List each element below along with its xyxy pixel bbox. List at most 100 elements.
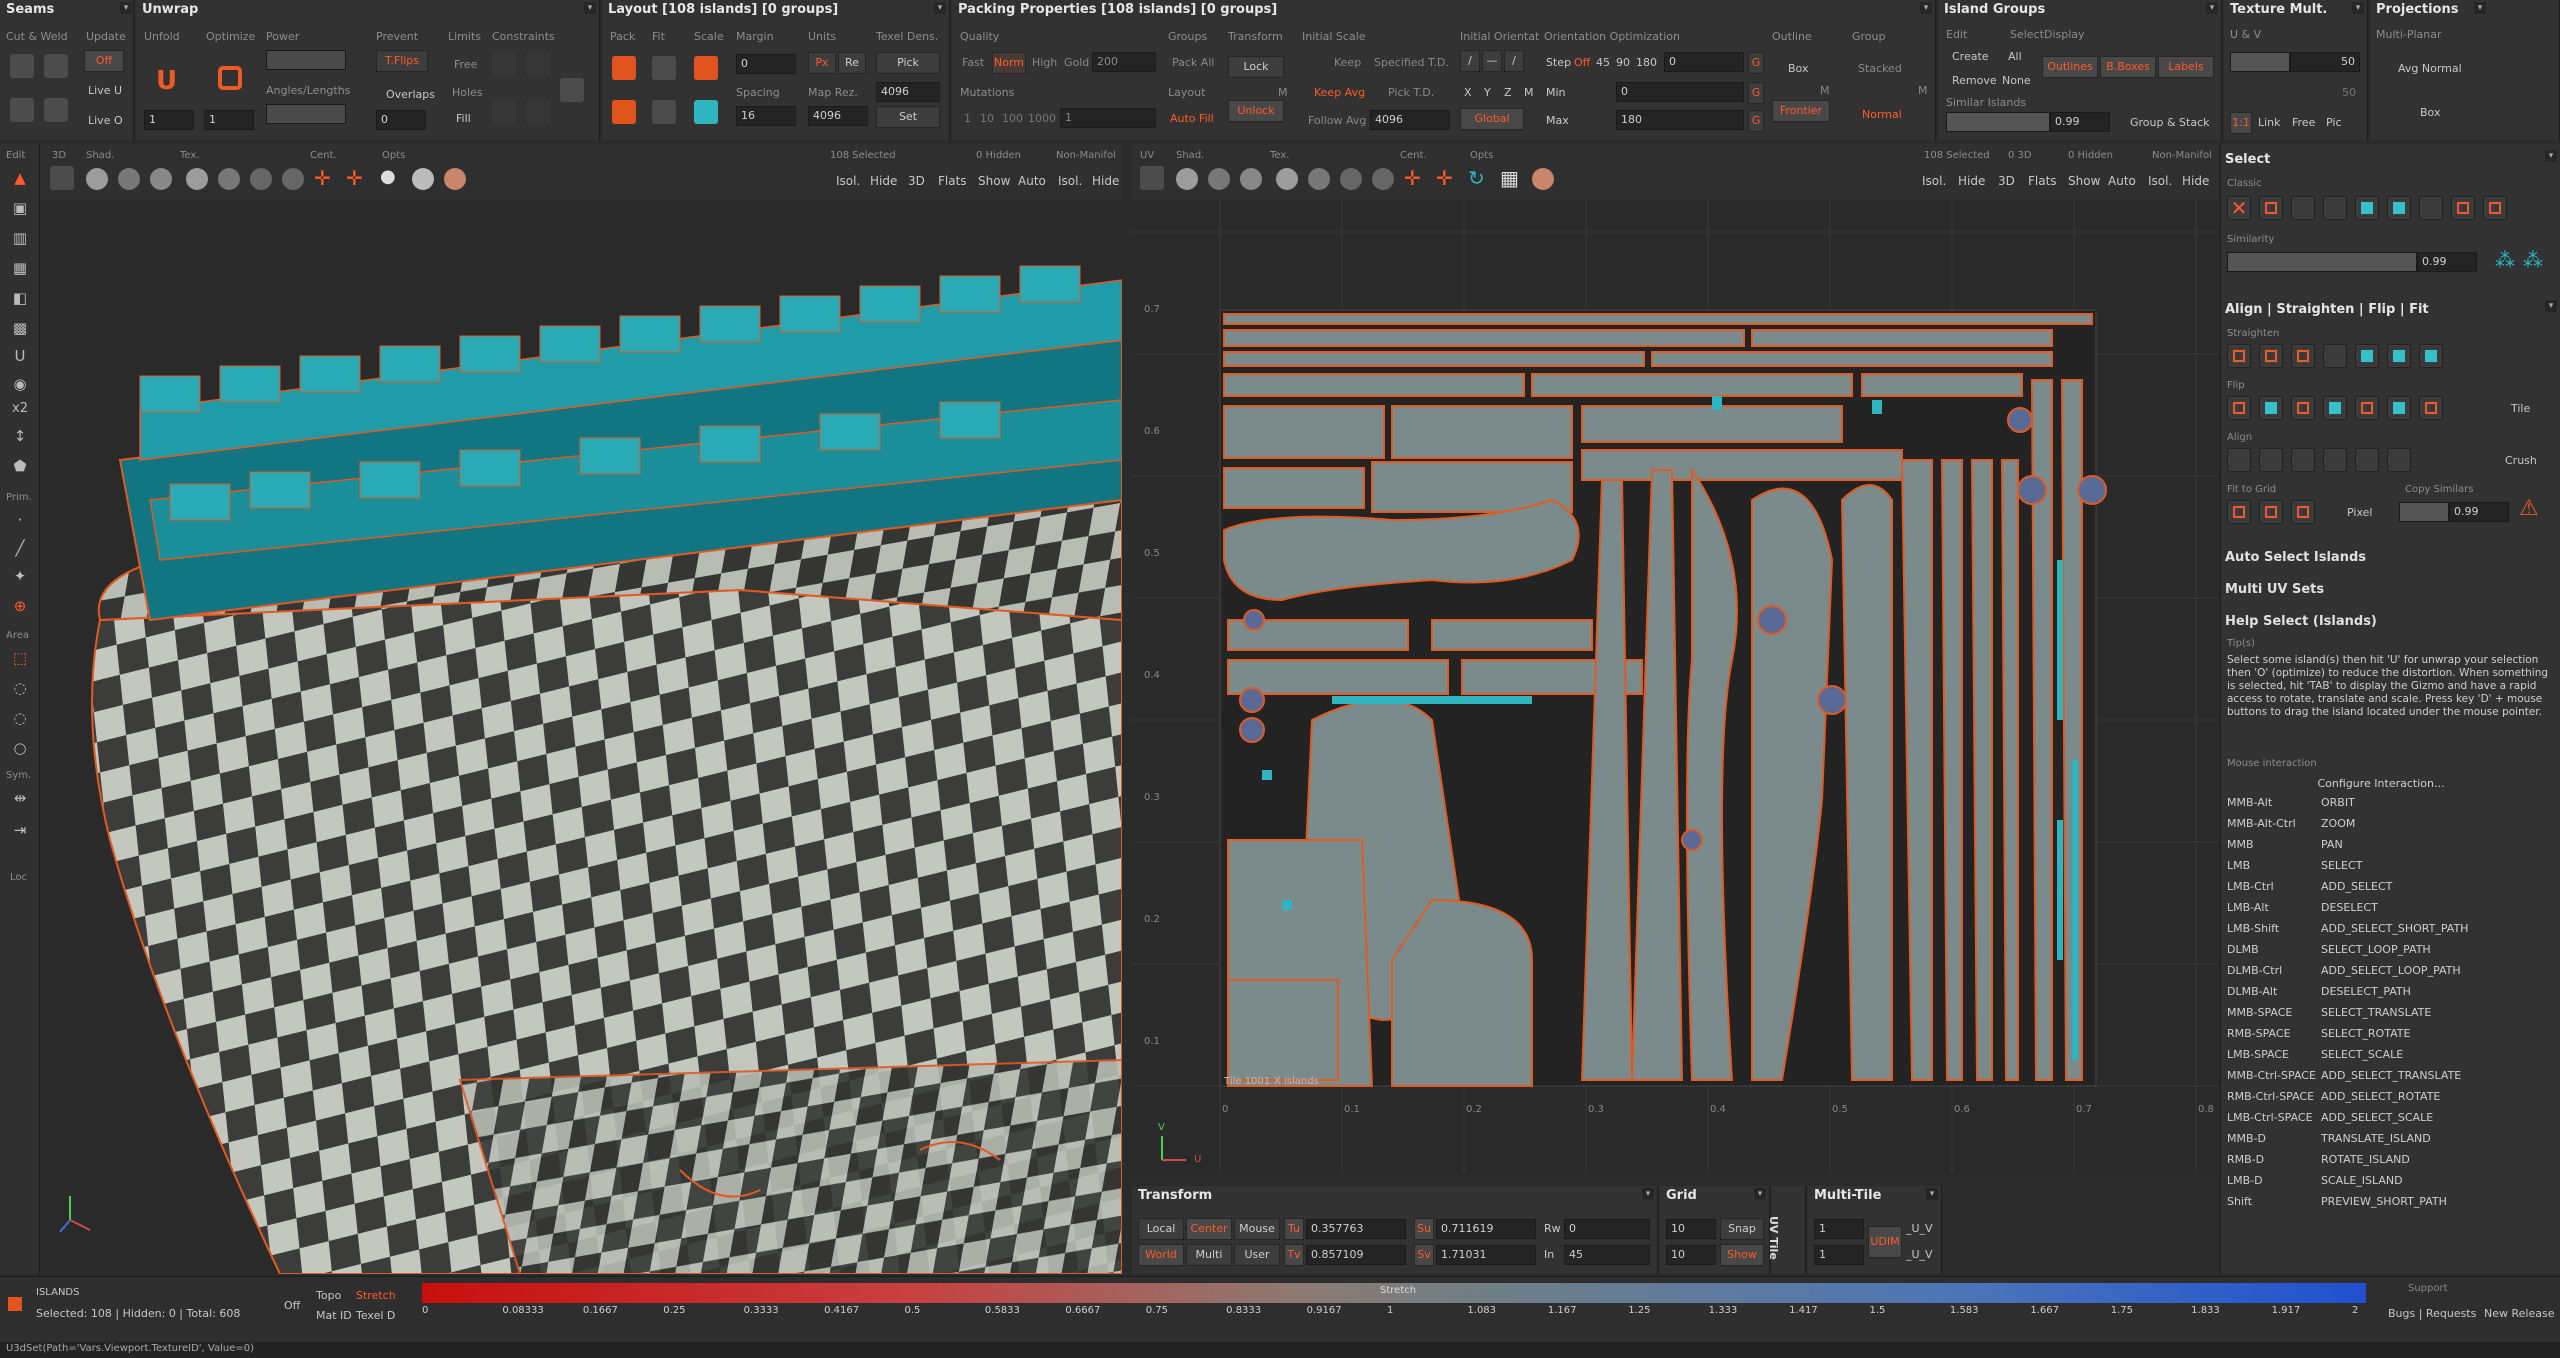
update-off-button[interactable]: Off [84,50,124,72]
ig-remove-button[interactable]: Remove [1952,74,1997,87]
su-button[interactable]: Su [1414,1218,1434,1240]
frontier-button[interactable]: Frontier [1772,100,1830,122]
uv-checker3-icon[interactable] [1372,168,1394,190]
islands-mode-icon[interactable] [8,1297,22,1311]
texture-mult-u-value[interactable]: 50 [2290,52,2360,72]
follow-avg-button[interactable]: Follow Avg [1308,114,1366,127]
align-2-icon[interactable] [2259,448,2283,472]
straighten-6-icon[interactable] [2387,344,2411,368]
mut-100[interactable]: 100 [1002,112,1023,125]
x-button[interactable]: X [1464,86,1472,99]
z-button[interactable]: Z [1504,86,1512,99]
select-vertex-icon[interactable] [2259,196,2283,220]
symmetry-icon[interactable]: ⇹ [6,786,34,810]
vpuv-hide2-button[interactable]: Hide [2182,174,2209,202]
multitile-menu-icon[interactable]: ▾ [1926,1188,1938,1200]
layout-menu-icon[interactable]: ▾ [934,2,946,14]
island-mode-icon[interactable]: ◧ [6,286,34,310]
min-g-button[interactable]: G [1748,82,1764,104]
gold-field[interactable]: 200 [1092,52,1156,72]
udim-button[interactable]: UDIM [1868,1226,1902,1258]
overlaps-button[interactable]: Overlaps [386,88,435,101]
similarity-dots-icon[interactable]: ⁂ [2495,248,2515,272]
fill-button[interactable]: Fill [456,112,471,125]
frame-icon[interactable] [50,166,74,190]
straighten-3-icon[interactable] [2291,344,2315,368]
keep-button[interactable]: Keep [1334,56,1361,69]
texel-field[interactable]: 4096 [876,82,940,102]
uv-sphere-opt-icon[interactable] [1532,168,1554,190]
multitile-uv-1[interactable]: _U_V [1906,1222,1933,1235]
ig-outlines-button[interactable]: Outlines [2042,56,2098,78]
lock-button[interactable]: Lock [1228,56,1284,78]
fit-all-icon[interactable] [652,100,676,124]
mut-1000[interactable]: 1000 [1028,112,1056,125]
fast-button[interactable]: Fast [962,56,984,69]
line-constraint-icon[interactable] [526,52,550,76]
straighten-4-icon[interactable] [2323,344,2347,368]
step-180[interactable]: 180 [1636,56,1657,69]
orient-field-1[interactable]: / [1460,50,1480,72]
clear-selection-icon[interactable]: ✕ [2227,196,2251,220]
tu-button[interactable]: Tu [1284,1218,1304,1240]
texel-density-button[interactable]: Texel D [356,1309,395,1322]
ig-similar-value[interactable]: 0.99 [2050,112,2110,132]
tile-button[interactable]: Tile [2511,402,2530,415]
vpuv-3d-button[interactable]: 3D [1998,174,2015,202]
y-button[interactable]: Y [1484,86,1491,99]
local-button[interactable]: Local [1138,1218,1184,1240]
flip-3-icon[interactable] [2291,396,2315,420]
uv-wire-icon[interactable] [1208,168,1230,190]
grid-menu-icon[interactable]: ▾ [1754,1188,1766,1200]
point-icon[interactable]: · [6,508,34,532]
in-field[interactable]: 45 [1564,1245,1650,1265]
uv-texture-icon[interactable] [1276,168,1298,190]
straighten-5-icon[interactable] [2355,344,2379,368]
align-5-icon[interactable] [2355,448,2379,472]
scale-all-icon[interactable] [694,100,718,124]
rect-select-icon[interactable]: ⬚ [6,646,34,670]
grid-u-field[interactable]: 10 [1666,1219,1716,1239]
texture-mult-menu-icon[interactable]: ▾ [2352,2,2364,14]
step-off-button[interactable]: Off [1574,56,1590,69]
link-button[interactable]: Link [2258,116,2281,129]
cut-icon[interactable] [10,54,34,78]
stacked-button[interactable]: Stacked [1858,62,1902,75]
flip-6-icon[interactable] [2387,396,2411,420]
vertical-constraint-icon[interactable] [526,100,550,124]
vp3d-hide2-button[interactable]: Hide [1092,174,1119,202]
sv-field[interactable]: 1.71031 [1436,1245,1536,1265]
max-g-button[interactable]: G [1748,110,1764,132]
ig-labels-button[interactable]: Labels [2158,56,2214,78]
vpuv-isol2-button[interactable]: Isol. [2148,174,2172,202]
projections-box-button[interactable]: Box [2420,106,2440,119]
tflips-button[interactable]: T.Flips [376,50,428,72]
live-o-button[interactable]: Live O [88,114,123,127]
auto-select-section[interactable]: Auto Select Islands [2225,550,2560,565]
straighten-1-icon[interactable] [2227,344,2251,368]
tu-field[interactable]: 0.357763 [1306,1219,1406,1239]
pick-button[interactable]: Pick [876,52,940,74]
set-button[interactable]: Set [876,106,940,128]
axis-constraint-icon[interactable] [560,78,584,102]
ig-similar-field[interactable] [1946,112,2050,132]
weld-tool-icon[interactable] [44,98,68,122]
uv-shaded-icon[interactable] [1176,168,1198,190]
configure-interaction-button[interactable]: Configure Interaction... [2261,774,2501,796]
snap-button[interactable]: Snap [1720,1218,1764,1240]
sphere-opt-icon[interactable] [412,168,434,190]
scale-icon[interactable] [694,56,718,80]
similarity-value[interactable]: 0.99 [2417,252,2477,272]
packing-menu-icon[interactable]: ▾ [1920,2,1932,14]
uv-canvas[interactable]: 0 0.1 0.2 0.3 0.4 0.5 0.6 0.7 0.8 0.70.60.50.40.… [1132,200,2218,1174]
vpuv-flats-button[interactable]: Flats [2028,174,2057,202]
select-invert-icon[interactable] [2419,196,2443,220]
magnet-icon[interactable]: U [6,344,34,368]
user-button[interactable]: User [1234,1244,1280,1266]
uv-center2-icon[interactable]: ✛ [1436,166,1453,190]
world-button[interactable]: World [1138,1244,1184,1266]
fit-grid-2-icon[interactable] [2259,500,2283,524]
multitile-v-field[interactable]: 1 [1814,1245,1864,1265]
flip-7-icon[interactable] [2419,396,2443,420]
multi-uv-section[interactable]: Multi UV Sets [2225,582,2560,597]
